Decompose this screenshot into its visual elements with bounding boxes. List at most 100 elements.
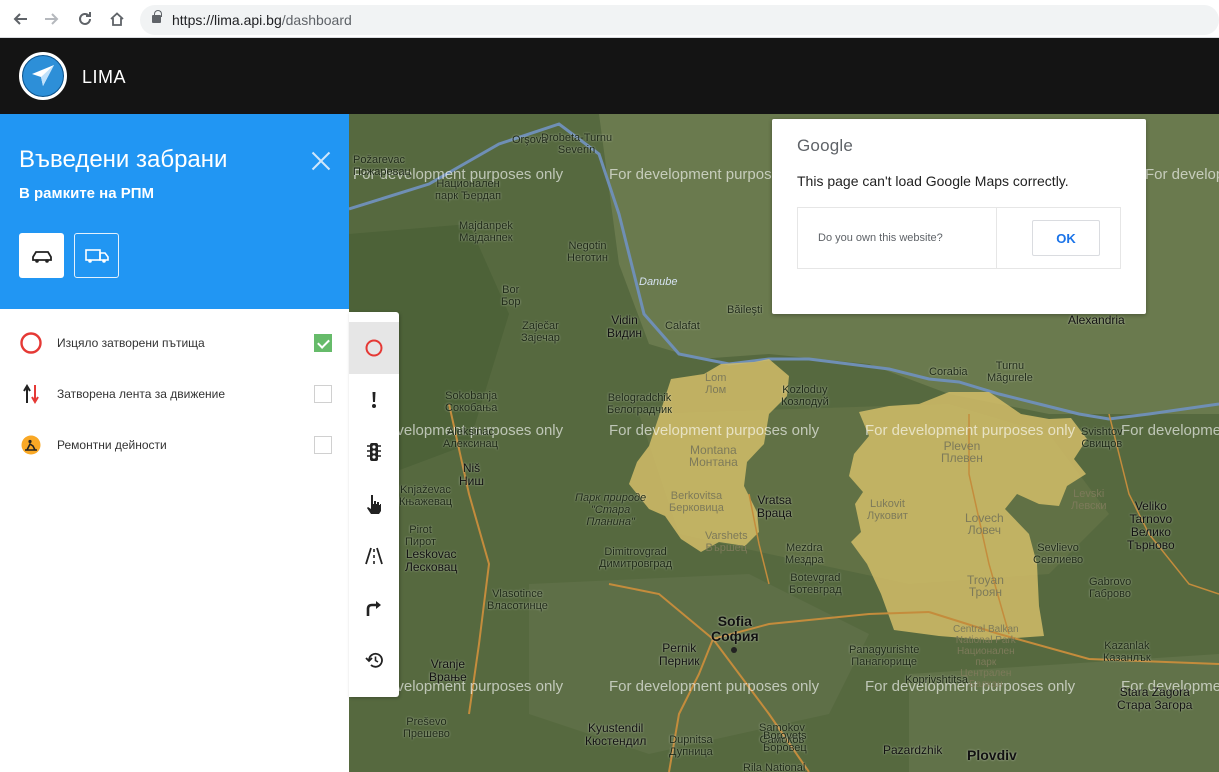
map-label: Turnu Măgurele — [987, 360, 1033, 384]
map-label: Mezdra Мездра — [785, 542, 824, 566]
up-down-arrows-icon — [20, 383, 42, 405]
map-label: Sofia София — [711, 613, 759, 644]
map-label: Gabrovo Габрово — [1089, 576, 1132, 600]
red-circle-icon — [20, 332, 42, 354]
owner-question[interactable]: Do you own this website? — [818, 232, 943, 244]
url-text: https://lima.api.bg/dashboard — [172, 12, 352, 28]
map-tool-bar — [349, 312, 399, 697]
map-label: Pleven Плевен — [941, 439, 983, 465]
map-label: Băileşti — [727, 304, 763, 316]
lima-logo[interactable] — [19, 52, 67, 100]
map-label: Leskovac Лесковац — [405, 547, 458, 574]
app-title: LIMA — [82, 67, 127, 87]
filter-item-roadworks[interactable]: Ремонтни дейности — [0, 425, 349, 465]
map-label: Zaječar Зајечар — [521, 320, 560, 344]
map-label: Pirot Пирот — [405, 524, 437, 548]
tool-closed-roads-button[interactable] — [349, 322, 399, 374]
tool-traffic-lights-button[interactable] — [349, 426, 399, 478]
map-label: Veliko Tarnovo Велико Търново — [1127, 499, 1175, 552]
forward-arrow-icon[interactable] — [40, 7, 64, 31]
map-label: Bor Бор — [501, 284, 521, 308]
map-label: Kozloduy Козлодуй — [781, 384, 829, 408]
truck-icon — [84, 248, 109, 263]
map-label: Montana Монтана — [689, 443, 738, 469]
traffic-light-icon — [367, 443, 381, 461]
roadworks-checkbox[interactable] — [314, 436, 332, 454]
filter-item-label: Затворена лента за движение — [57, 387, 226, 401]
map-label: Plovdiv — [967, 747, 1017, 763]
map-label: Danube — [639, 276, 678, 288]
tool-warnings-button[interactable] — [349, 374, 399, 426]
map-label: Rila National — [743, 762, 806, 772]
map-label: Varshets Вършец — [705, 530, 748, 554]
map-label: Niš Ниш — [459, 461, 484, 488]
map-label: Sevlievo Севлиево — [1033, 542, 1084, 566]
turn-right-arrow-icon — [366, 601, 381, 616]
map-label: Botevgrad Ботевград — [789, 572, 842, 596]
map-label: Vlasotince Власотинце — [487, 588, 548, 612]
app-header: LIMA — [0, 38, 1219, 114]
map-label: Lukovit Луковит — [867, 498, 908, 522]
tool-manual-control-button[interactable] — [349, 478, 399, 530]
google-logo: Google — [797, 136, 854, 155]
map-label: Majdanpek Мајданпек — [459, 220, 513, 244]
map-watermark: For development purposes only — [609, 678, 820, 695]
panel-subtitle: В рамките на РПМ — [19, 185, 155, 202]
filter-item-label: Изцяло затворени пътища — [57, 336, 205, 350]
lock-icon — [152, 10, 162, 23]
car-filter-button[interactable] — [19, 233, 64, 278]
map-label: Berkovitsa Берковица — [669, 490, 724, 514]
tool-history-button[interactable] — [349, 634, 399, 686]
tool-road-button[interactable] — [349, 530, 399, 582]
history-icon — [365, 652, 383, 668]
back-arrow-icon[interactable] — [8, 7, 32, 31]
google-maps-error-dialog: Google This page can't load Google Maps … — [772, 119, 1146, 314]
hand-pointer-icon — [367, 495, 381, 514]
map-label: Парк природе "Стара Планина" — [575, 492, 647, 528]
roadworks-icon — [20, 434, 42, 456]
ok-button[interactable]: OK — [1032, 220, 1100, 256]
map-label: Calafat — [665, 320, 700, 332]
browser-toolbar: https://lima.api.bg/dashboard — [0, 0, 1219, 38]
map-label: Kyustendil Кюстендил — [585, 721, 647, 748]
map-label: Vidin Видин — [607, 313, 643, 340]
address-bar[interactable]: https://lima.api.bg/dashboard — [140, 5, 1219, 35]
map-label: Preševo Прешево — [403, 716, 450, 740]
panel-header: Въведени забрани В рамките на РПМ — [0, 114, 349, 309]
map-label: Požarevac Пожаревац — [353, 154, 411, 178]
owner-question-box: Do you own this website? OK — [797, 207, 1121, 269]
filter-item-label: Ремонтни дейности — [57, 438, 167, 452]
map-label: Aleksinac Алексинац — [443, 426, 498, 450]
map-label: Stara Zagora Стара Загора — [1117, 685, 1193, 712]
map-watermark: For development purposes only — [865, 422, 1076, 439]
closed-lane-checkbox[interactable] — [314, 385, 332, 403]
map-label: Borovets Боровец — [763, 730, 807, 754]
map-label: Dupnitsa Дупница — [669, 734, 713, 758]
map-label: Knjaževac Књажевац — [399, 484, 453, 508]
map-label: Levski Левски — [1071, 488, 1107, 512]
map-label: Dimitrovgrad Димитровград — [599, 546, 673, 570]
divider — [996, 208, 997, 268]
closed-roads-checkbox[interactable] — [314, 334, 332, 352]
filter-item-closed-lane[interactable]: Затворена лента за движение — [0, 374, 349, 414]
map-label: Sokobanja Сокобања — [445, 390, 498, 414]
map-label: Svishtov Свищов — [1081, 426, 1123, 450]
car-icon — [31, 250, 52, 263]
map-label: Национален парк Ђердап — [435, 178, 502, 202]
map-label: Corabia — [929, 366, 968, 378]
map-label: Orşova — [512, 134, 548, 146]
map-watermark: For development purposes only — [1121, 422, 1219, 439]
exclamation-icon — [372, 392, 376, 408]
panel-title: Въведени забрани — [19, 146, 228, 173]
error-message: This page can't load Google Maps correct… — [797, 173, 1069, 189]
map-label: Lovech Ловеч — [965, 511, 1004, 537]
close-icon[interactable] — [309, 149, 333, 173]
home-icon[interactable] — [105, 7, 129, 31]
truck-filter-button[interactable] — [74, 233, 119, 278]
map-label: Pazardzhik — [883, 743, 943, 757]
map-label: Kazanlak Казанлък — [1103, 640, 1151, 664]
filter-item-closed-roads[interactable]: Изцяло затворени пътища — [0, 323, 349, 363]
tool-detour-button[interactable] — [349, 582, 399, 634]
map-label: Lom Лом — [705, 372, 727, 396]
reload-icon[interactable] — [73, 7, 97, 31]
